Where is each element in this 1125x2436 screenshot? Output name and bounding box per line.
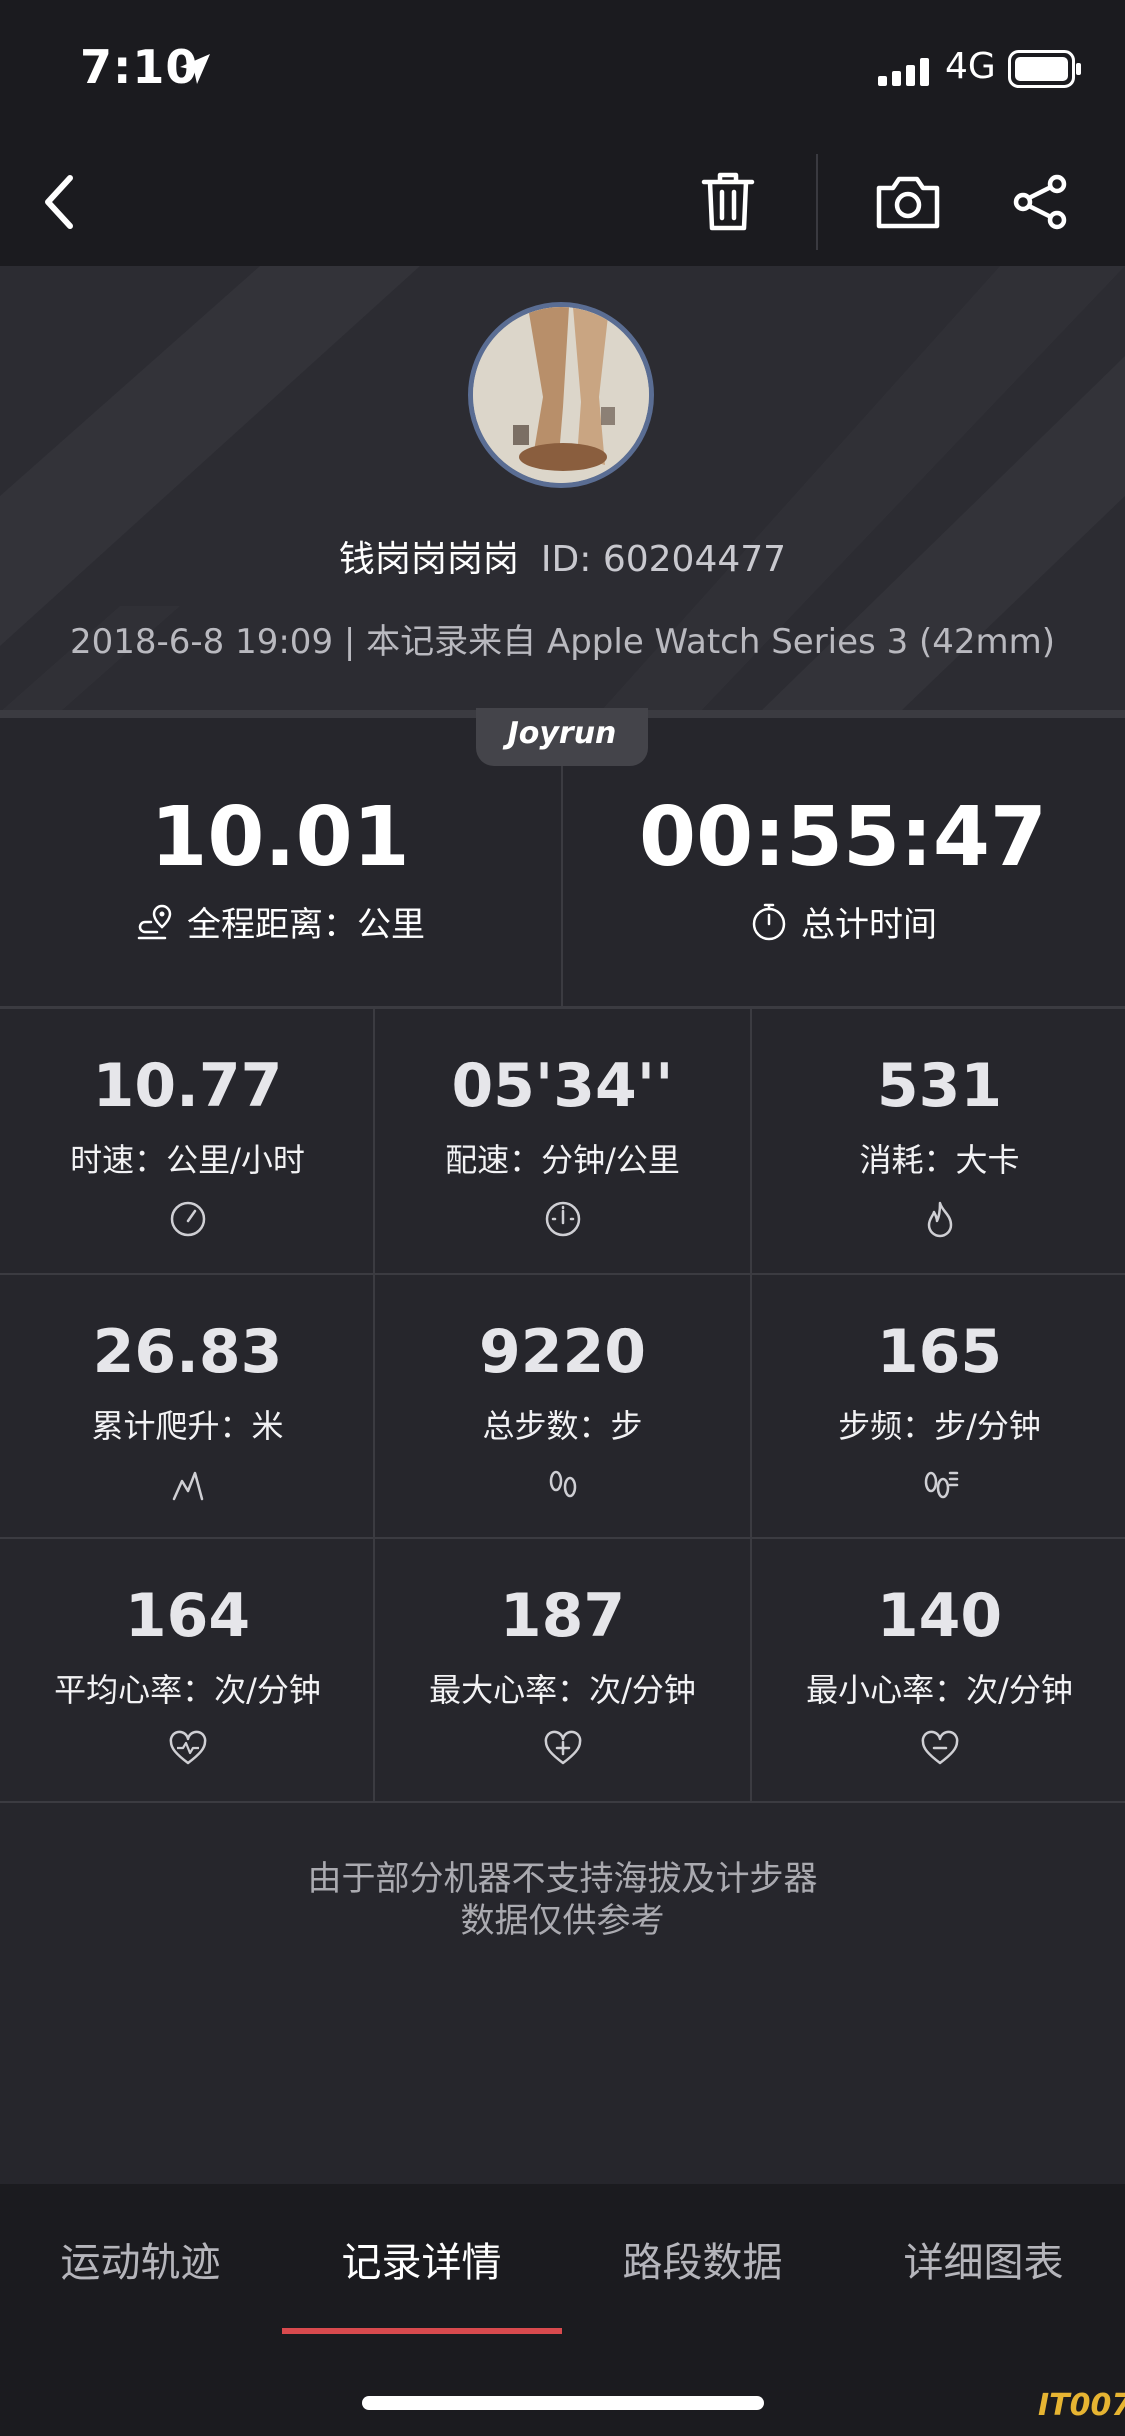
stat-avg-heart-rate: 164 平均心率：次/分钟	[0, 1539, 375, 1803]
cadence-footprints-icon	[924, 1471, 958, 1499]
stat-value: 9220	[479, 1317, 646, 1387]
user-id: ID: 60204477	[540, 539, 787, 580]
cellular-signal-icon	[878, 58, 929, 86]
stat-elevation: 26.83 累计爬升：米	[0, 1275, 375, 1539]
disclaimer-line-1: 由于部分机器不支持海拔及计步器	[307, 1859, 818, 1899]
home-indicator[interactable]	[362, 2396, 764, 2410]
duration-value: 00:55:47	[639, 790, 1047, 885]
stat-value: 165	[876, 1317, 1003, 1387]
stat-value: 05'34''	[451, 1051, 674, 1121]
duration-label: 总计时间	[801, 905, 937, 945]
camera-icon	[876, 176, 940, 229]
stat-cadence: 165 步频：步/分钟	[752, 1275, 1125, 1539]
stat-label: 总步数：步	[482, 1407, 643, 1445]
tab-segments[interactable]: 路段数据	[562, 2230, 843, 2288]
stat-steps: 9220 总步数：步	[375, 1275, 750, 1539]
route-pin-icon	[137, 904, 172, 939]
trash-icon	[701, 172, 755, 231]
stat-label: 平均心率：次/分钟	[54, 1671, 321, 1709]
stat-label: 配速：分钟/公里	[445, 1141, 680, 1179]
user-name: 钱岗岗岗岗	[338, 539, 519, 580]
stat-speed: 10.77 时速：公里/小时	[0, 1009, 375, 1273]
record-info: 2018-6-8 19:09 | 本记录来自 Apple Watch Serie…	[69, 622, 1056, 662]
avatar[interactable]	[468, 302, 654, 488]
footprints-icon	[549, 1470, 576, 1498]
stat-calories: 531 消耗：大卡	[752, 1009, 1125, 1273]
stat-value: 164	[124, 1581, 251, 1651]
stat-pace: 05'34'' 配速：分钟/公里	[375, 1009, 750, 1273]
brand-logo: Joyrun	[476, 708, 648, 766]
stat-label: 最大心率：次/分钟	[429, 1671, 696, 1709]
distance-label-row: 全程距离：公里	[0, 897, 560, 946]
stat-value: 26.83	[92, 1317, 283, 1387]
distance-label: 全程距离：公里	[187, 905, 425, 945]
share-icon	[1013, 174, 1067, 230]
pace-gauge-icon	[545, 1201, 580, 1237]
mountain-climb-icon	[172, 1471, 203, 1501]
stat-label: 最小心率：次/分钟	[806, 1671, 1073, 1709]
nav-divider	[816, 154, 818, 250]
heart-minus-icon	[921, 1730, 958, 1765]
disclaimer: 由于部分机器不支持海拔及计步器 数据仅供参考	[0, 1858, 1125, 1942]
share-button[interactable]	[1000, 162, 1080, 242]
avatar-image	[473, 307, 649, 483]
stat-value: 187	[499, 1581, 626, 1651]
active-tab-indicator	[282, 2328, 562, 2334]
speedometer-icon	[170, 1201, 205, 1237]
disclaimer-line-2: 数据仅供参考	[460, 1901, 665, 1941]
battery-icon	[1008, 50, 1081, 88]
stat-value: 10.77	[92, 1051, 283, 1121]
stopwatch-icon	[752, 903, 786, 940]
watermark-logo: IT007	[1038, 2388, 1125, 2423]
tab-track[interactable]: 运动轨迹	[0, 2230, 281, 2288]
location-arrow-icon	[180, 54, 210, 84]
stat-min-heart-rate: 140 最小心率：次/分钟	[752, 1539, 1125, 1803]
stat-label: 时速：公里/小时	[70, 1141, 305, 1179]
camera-button[interactable]	[868, 162, 948, 242]
back-button[interactable]	[20, 162, 100, 242]
stat-value: 531	[876, 1051, 1003, 1121]
tab-charts[interactable]: 详细图表	[843, 2230, 1124, 2288]
heart-pulse-icon	[169, 1730, 206, 1765]
stat-label: 消耗：大卡	[859, 1141, 1020, 1179]
delete-button[interactable]	[688, 162, 768, 242]
duration-label-row: 总计时间	[563, 897, 1123, 946]
chevron-left-icon	[45, 175, 73, 229]
network-type-label: 4G	[945, 46, 996, 87]
stat-max-heart-rate: 187 最大心率：次/分钟	[375, 1539, 750, 1803]
stat-label: 累计爬升：米	[91, 1407, 284, 1445]
user-line: 钱岗岗岗岗 ID: 60204477	[0, 530, 1125, 582]
heart-plus-icon	[544, 1730, 581, 1765]
flame-icon	[927, 1201, 952, 1238]
stat-value: 140	[876, 1581, 1003, 1651]
distance-value: 10.01	[150, 790, 410, 885]
tab-record-details[interactable]: 记录详情	[281, 2230, 562, 2288]
navigation-bar	[0, 140, 1125, 266]
stat-label: 步频：步/分钟	[838, 1407, 1041, 1445]
